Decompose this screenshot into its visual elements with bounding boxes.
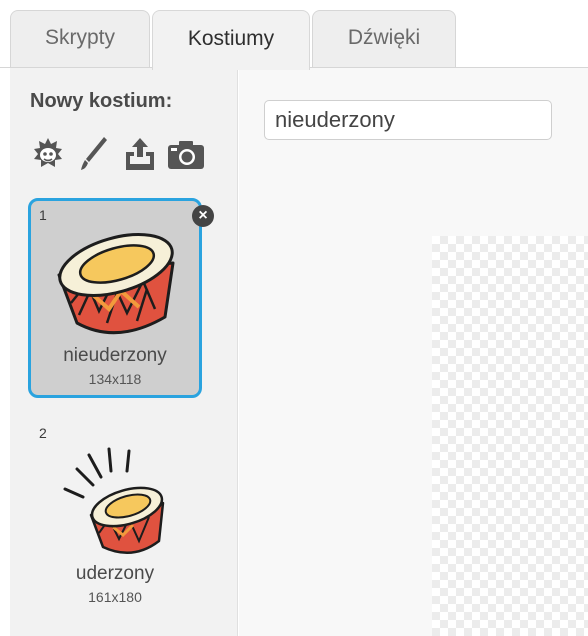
close-icon[interactable]: × (192, 205, 214, 227)
camera-icon[interactable] (166, 134, 206, 174)
costume-editor (239, 68, 588, 636)
costume-index: 1 (39, 207, 47, 223)
costume-size: 161x180 (88, 589, 142, 605)
costume-size: 134x118 (88, 371, 142, 387)
upload-icon[interactable] (120, 134, 160, 174)
tab-scripts[interactable]: Skrypty (10, 10, 150, 68)
costume-name: uderzony (75, 563, 155, 584)
new-costume-toolbar (28, 134, 206, 174)
tab-label: Kostiumy (187, 26, 275, 50)
paint-brush-icon[interactable] (74, 134, 114, 174)
choose-from-library-icon[interactable] (28, 134, 68, 174)
costume-sidebar: Nowy kostium: 1 nieuderzony 134x118 × 2 … (10, 68, 238, 636)
costume-item[interactable]: 1 nieuderzony 134x118 (28, 198, 202, 398)
costume-thumbnail (63, 447, 165, 554)
tab-bar: Skrypty Kostiumy Dźwięki (0, 0, 588, 70)
new-costume-label: Nowy kostium: (30, 90, 173, 112)
tab-sounds[interactable]: Dźwięki (312, 10, 456, 68)
costume-item[interactable]: 2 uderzony 161x180 (28, 416, 202, 616)
tab-label: Skrypty (44, 25, 115, 49)
tab-costumes[interactable]: Kostiumy (152, 10, 310, 70)
tab-label: Dźwięki (347, 25, 421, 49)
costume-thumbnail (57, 233, 175, 335)
costume-index: 2 (39, 425, 47, 441)
costume-name: nieuderzony (63, 345, 167, 366)
costume-name-input[interactable] (264, 100, 552, 140)
paint-canvas[interactable] (432, 236, 588, 636)
